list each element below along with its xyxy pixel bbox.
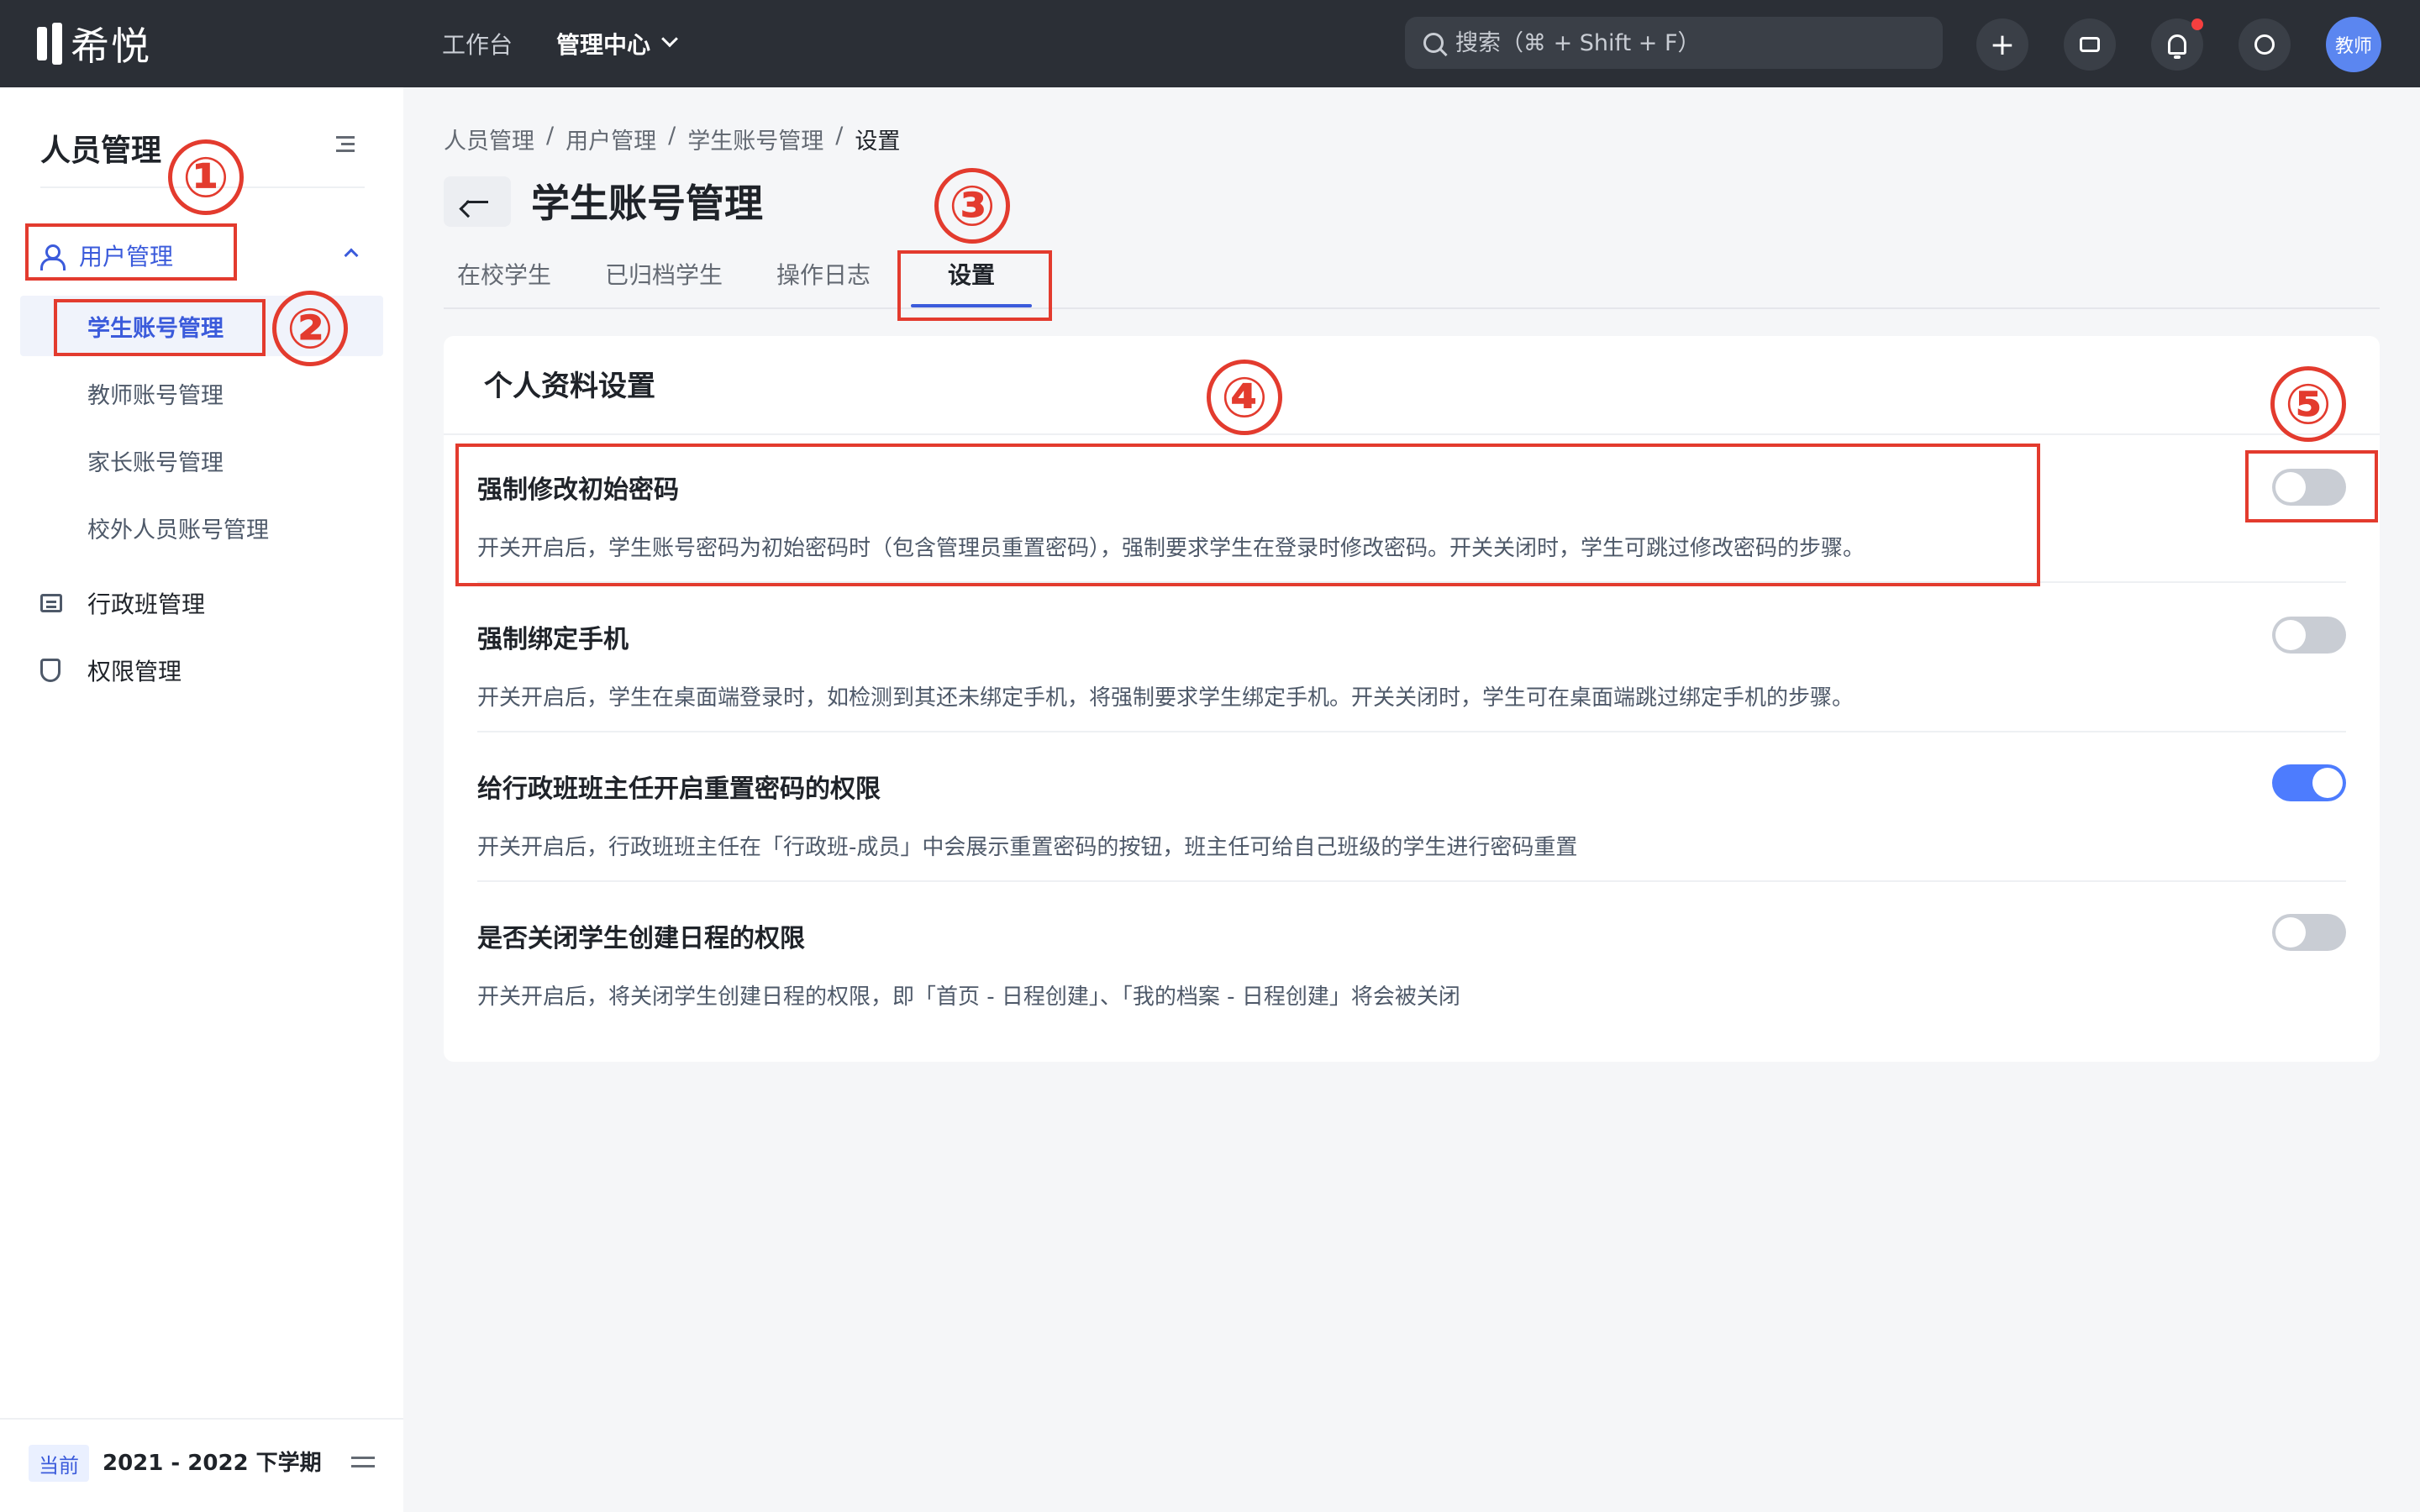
setting-description: 开关开启后，学生在桌面端登录时，如检测到其还未绑定手机，将强制要求学生绑定手机。… <box>477 685 1854 711</box>
back-button[interactable] <box>444 176 511 227</box>
setting-description: 开关开启后，将关闭学生创建日程的权限，即「首页 - 日程创建」、「我的档案 - … <box>477 984 1460 1010</box>
annotation-box-2 <box>54 299 266 356</box>
arrow-left-icon <box>466 200 488 203</box>
bell-icon <box>2168 34 2186 59</box>
toggle-knob <box>2312 768 2343 798</box>
sidebar-item-parent-accounts[interactable]: 家长账号管理 <box>20 430 383 491</box>
row-divider <box>477 731 2346 732</box>
annotation-number-3: ③ <box>934 168 1010 244</box>
sidebar-item-permissions[interactable]: 权限管理 <box>40 647 182 694</box>
breadcrumb-current: 设置 <box>855 129 901 155</box>
search-icon <box>1423 33 1444 53</box>
sidebar-item-external-accounts[interactable]: 校外人员账号管理 <box>20 497 383 558</box>
notification-dot <box>2191 18 2203 30</box>
toggle-force-bind-phone[interactable] <box>2272 617 2346 654</box>
help-button[interactable] <box>2238 18 2291 71</box>
current-term: 2021 - 2022 下学期 <box>103 1451 322 1476</box>
top-bar: 希悦 工作台 管理中心 + 教师 <box>0 0 2420 87</box>
tab-enrolled-students[interactable]: 在校学生 <box>457 257 551 291</box>
card-title: 个人资料设置 <box>484 370 655 403</box>
annotation-number-2: ② <box>272 291 348 366</box>
collapse-sidebar-icon[interactable] <box>333 136 355 153</box>
setting-title: 是否关闭学生创建日程的权限 <box>477 924 805 953</box>
plus-icon: + <box>1989 27 2016 62</box>
chevron-down-icon <box>661 30 678 48</box>
sidebar-item-label: 行政班管理 <box>87 591 206 618</box>
help-icon <box>2254 34 2275 55</box>
logo-mark-icon <box>37 23 62 65</box>
toggle-knob <box>2275 917 2306 948</box>
breadcrumb: 人员管理 / 用户管理 / 学生账号管理 / 设置 <box>444 123 900 155</box>
create-button[interactable]: + <box>1976 18 2028 71</box>
sidebar-title: 人员管理 <box>40 134 162 168</box>
breadcrumb-separator: / <box>835 123 844 149</box>
chevron-up-icon <box>344 248 359 263</box>
setting-description: 开关开启后，行政班班主任在「行政班-成员」中会展示重置密码的按钮，班主任可给自己… <box>477 835 1578 860</box>
top-nav: 工作台 管理中心 <box>442 25 678 62</box>
row-divider <box>477 880 2346 882</box>
list-icon <box>40 594 62 612</box>
breadcrumb-separator: / <box>546 123 555 149</box>
nav-management-center[interactable]: 管理中心 <box>556 27 678 60</box>
brand-name: 希悦 <box>71 24 151 69</box>
annotation-number-1: ① <box>168 139 244 215</box>
annotation-number-5: ⑤ <box>2270 366 2346 442</box>
avatar[interactable]: 教师 <box>2326 17 2381 72</box>
card-divider <box>444 433 2380 435</box>
shield-icon <box>40 659 60 682</box>
tab-archived-students[interactable]: 已归档学生 <box>605 257 723 291</box>
breadcrumb-item[interactable]: 学生账号管理 <box>687 123 823 155</box>
switch-term-icon[interactable] <box>351 1453 375 1470</box>
setting-title: 给行政班班主任开启重置密码的权限 <box>477 774 881 804</box>
toggle-disable-student-schedule[interactable] <box>2272 914 2346 951</box>
page-title: 学生账号管理 <box>531 181 763 226</box>
sidebar-footer-divider <box>0 1418 403 1420</box>
sidebar-item-teacher-accounts[interactable]: 教师账号管理 <box>20 363 383 423</box>
search-input[interactable] <box>1455 29 1926 56</box>
setting-title: 强制绑定手机 <box>477 625 629 654</box>
global-search[interactable] <box>1405 17 1943 69</box>
tab-bar: 在校学生 已归档学生 操作日志 设置 <box>444 249 2380 309</box>
annotation-box-4 <box>455 444 2040 586</box>
app-logo[interactable]: 希悦 <box>37 20 151 69</box>
breadcrumb-item[interactable]: 用户管理 <box>566 123 656 155</box>
chat-icon <box>2080 37 2100 52</box>
tab-operation-log[interactable]: 操作日志 <box>776 257 871 291</box>
current-term-badge: 当前 <box>29 1445 89 1482</box>
sidebar-item-admin-class[interactable]: 行政班管理 <box>40 580 205 627</box>
annotation-number-4: ④ <box>1207 360 1282 435</box>
annotation-box-3 <box>897 250 1052 321</box>
breadcrumb-item[interactable]: 人员管理 <box>444 123 534 155</box>
toggle-headteacher-reset-password[interactable] <box>2272 764 2346 801</box>
breadcrumb-separator: / <box>668 123 676 149</box>
sidebar-item-label: 权限管理 <box>87 658 182 685</box>
nav-workbench[interactable]: 工作台 <box>442 27 513 60</box>
nav-management-center-label: 管理中心 <box>556 31 651 59</box>
annotation-box-5 <box>2245 450 2378 522</box>
annotation-box-1 <box>25 223 237 281</box>
toggle-knob <box>2275 620 2306 650</box>
messages-button[interactable] <box>2064 18 2116 71</box>
